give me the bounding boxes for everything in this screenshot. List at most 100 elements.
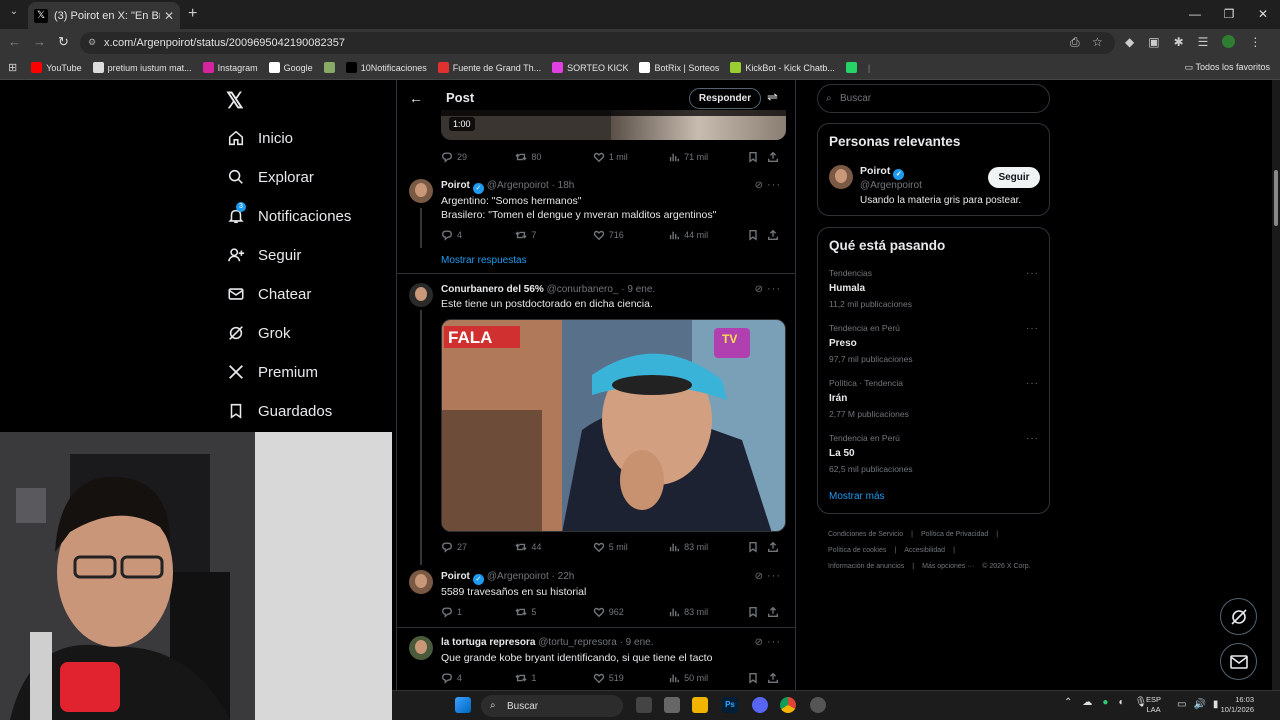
media-icon[interactable]: ☰	[1198, 35, 1209, 49]
views-button[interactable]: 71 mil	[668, 151, 747, 163]
footer-link[interactable]: © 2026 X Corp.	[982, 563, 1030, 570]
more-options-icon[interactable]: ···	[767, 283, 781, 295]
close-window-icon[interactable]: ✕	[1246, 0, 1280, 29]
grok-explain-icon[interactable]: ⊘	[755, 571, 763, 582]
follow-button[interactable]: Seguir	[988, 167, 1040, 188]
show-more-link[interactable]: Mostrar más	[829, 491, 885, 502]
nav-item-seguir[interactable]: Seguir	[227, 246, 301, 264]
extension-icon[interactable]: ◆	[1125, 35, 1134, 49]
bookmark-item[interactable]: pretium iustum mat...	[92, 62, 192, 73]
relevant-name-row[interactable]: Poirot ✓	[860, 165, 907, 180]
more-options-icon[interactable]: ···	[1026, 433, 1039, 444]
app-tray-icon[interactable]: ◐	[1118, 697, 1124, 708]
like-button[interactable]: 962	[593, 606, 668, 618]
file-explorer-icon[interactable]	[692, 697, 708, 713]
reply-button[interactable]: 27	[441, 541, 515, 553]
bookmark-item[interactable]: BotRix | Sorteos	[639, 62, 719, 73]
browser-tab[interactable]: 𝕏 (3) Poirot en X: "En Brasil ha ✕	[28, 2, 180, 29]
share-button[interactable]	[767, 229, 786, 241]
trend-item[interactable]: Tendencia en Perú La 50 62,5 mil publicaci…	[829, 433, 1039, 474]
more-options-icon[interactable]: ···	[1026, 323, 1039, 334]
bookmark-button[interactable]	[747, 151, 766, 163]
taskbar-search[interactable]: ⌕ Buscar	[481, 695, 623, 717]
bookmark-item[interactable]: YouTube	[31, 62, 82, 73]
reload-icon[interactable]: ↻	[58, 34, 69, 50]
more-options-icon[interactable]: ···	[767, 179, 781, 191]
avatar[interactable]	[829, 165, 853, 189]
repost-button[interactable]: 80	[515, 151, 592, 163]
show-replies-link[interactable]: Mostrar respuestas	[441, 255, 527, 266]
repost-button[interactable]: 1	[515, 672, 592, 684]
settings-sliders-icon[interactable]: ⇌	[767, 89, 778, 105]
star-icon[interactable]: ☆	[1092, 35, 1103, 49]
close-tab-icon[interactable]: ✕	[164, 9, 174, 23]
reply-button[interactable]: 4	[441, 672, 515, 684]
photoshop-icon[interactable]: Ps	[722, 697, 738, 713]
bookmark-item[interactable]: Google	[268, 62, 313, 73]
chevron-up-icon[interactable]: ⌃	[1064, 697, 1072, 708]
reply-button[interactable]: 29	[441, 151, 515, 163]
all-bookmarks[interactable]: ▭ Todos los favoritos	[1185, 62, 1270, 73]
footer-link[interactable]: Política de cookies	[828, 547, 886, 554]
address-bar[interactable]: ⚙ x.com/Argenpoirot/status/2009695042190…	[80, 32, 1115, 54]
site-info-icon[interactable]: ⚙	[88, 37, 100, 49]
clock[interactable]: 16:03 10/1/2026	[1210, 695, 1254, 715]
views-button[interactable]: 83 mil	[668, 541, 747, 553]
like-button[interactable]: 5 mil	[593, 541, 668, 553]
minimize-icon[interactable]: —	[1178, 0, 1212, 29]
repost-button[interactable]: 44	[515, 541, 592, 553]
like-button[interactable]: 716	[593, 229, 668, 241]
profile-icon[interactable]	[1222, 35, 1236, 48]
app-icon[interactable]	[664, 697, 680, 713]
x-logo-icon[interactable]: 𝕏	[226, 88, 244, 114]
grok-explain-icon[interactable]: ⊘	[755, 284, 763, 295]
scrollbar-thumb[interactable]	[1274, 170, 1278, 226]
reply-button[interactable]: Responder	[689, 88, 761, 109]
views-button[interactable]: 44 mil	[668, 229, 747, 241]
more-options-icon[interactable]: ···	[767, 636, 781, 648]
bookmark-item[interactable]: 10Notificaciones	[345, 62, 427, 73]
nav-item-inicio[interactable]: Inicio	[227, 129, 293, 147]
tweet-author[interactable]: Poirot ✓ @Argenpoirot · 18h	[441, 180, 574, 194]
avatar[interactable]	[409, 570, 433, 594]
nav-item-grok[interactable]: Grok	[227, 324, 291, 342]
language-indicator[interactable]: ESP LAA	[1146, 695, 1161, 715]
share-button[interactable]	[767, 672, 786, 684]
trend-item[interactable]: Tendencia en Perú Preso 97,7 mil publicaci…	[829, 323, 1039, 364]
windows-start-icon[interactable]	[455, 697, 471, 713]
nav-item-notificaciones[interactable]: 3 Notificaciones	[227, 202, 351, 225]
bookmark-button[interactable]	[747, 229, 766, 241]
grok-fab[interactable]	[1220, 598, 1257, 635]
task-view-icon[interactable]	[636, 697, 652, 713]
bookmark-item[interactable]: Instagram	[202, 62, 258, 73]
footer-link[interactable]: Más opciones ···	[922, 563, 974, 570]
page-scrollbar[interactable]	[1272, 80, 1280, 690]
puzzle-icon[interactable]: ✱	[1174, 35, 1184, 49]
share-button[interactable]	[767, 151, 786, 163]
tab-search-icon[interactable]: ⌄	[6, 6, 22, 22]
back-icon[interactable]: ←	[8, 34, 21, 50]
views-button[interactable]: 83 mil	[668, 606, 747, 618]
avatar[interactable]	[409, 179, 433, 203]
tweet-video[interactable]: FALA TV	[441, 319, 786, 532]
back-arrow-icon[interactable]: ←	[409, 90, 423, 106]
install-icon[interactable]: ⎙	[1070, 35, 1080, 50]
menu-icon[interactable]: ⋮	[1249, 35, 1261, 49]
tweet-author[interactable]: Conurbanero del 56% @conurbanero_ · 9 en…	[441, 284, 655, 295]
bookmark-item[interactable]	[323, 62, 335, 73]
repost-button[interactable]: 5	[515, 606, 592, 618]
bookmark-button[interactable]	[747, 606, 766, 618]
cloud-icon[interactable]: ☁	[1082, 697, 1092, 708]
trend-item[interactable]: Tendencias Humala 11,2 mil publicaciones ··…	[829, 268, 1039, 309]
like-button[interactable]: 1 mil	[593, 151, 668, 163]
bookmark-button[interactable]	[747, 672, 766, 684]
footer-link[interactable]: Información de anuncios	[828, 563, 904, 570]
tweet-author[interactable]: la tortuga represora @tortu_represora · …	[441, 637, 654, 648]
bookmark-item[interactable]	[845, 62, 857, 73]
reply-button[interactable]: 4	[441, 229, 515, 241]
share-button[interactable]	[767, 541, 786, 553]
search-input[interactable]: ⌕ Buscar	[817, 84, 1050, 113]
more-options-icon[interactable]: ···	[1026, 268, 1039, 279]
messages-fab[interactable]	[1220, 643, 1257, 680]
like-button[interactable]: 519	[593, 672, 668, 684]
